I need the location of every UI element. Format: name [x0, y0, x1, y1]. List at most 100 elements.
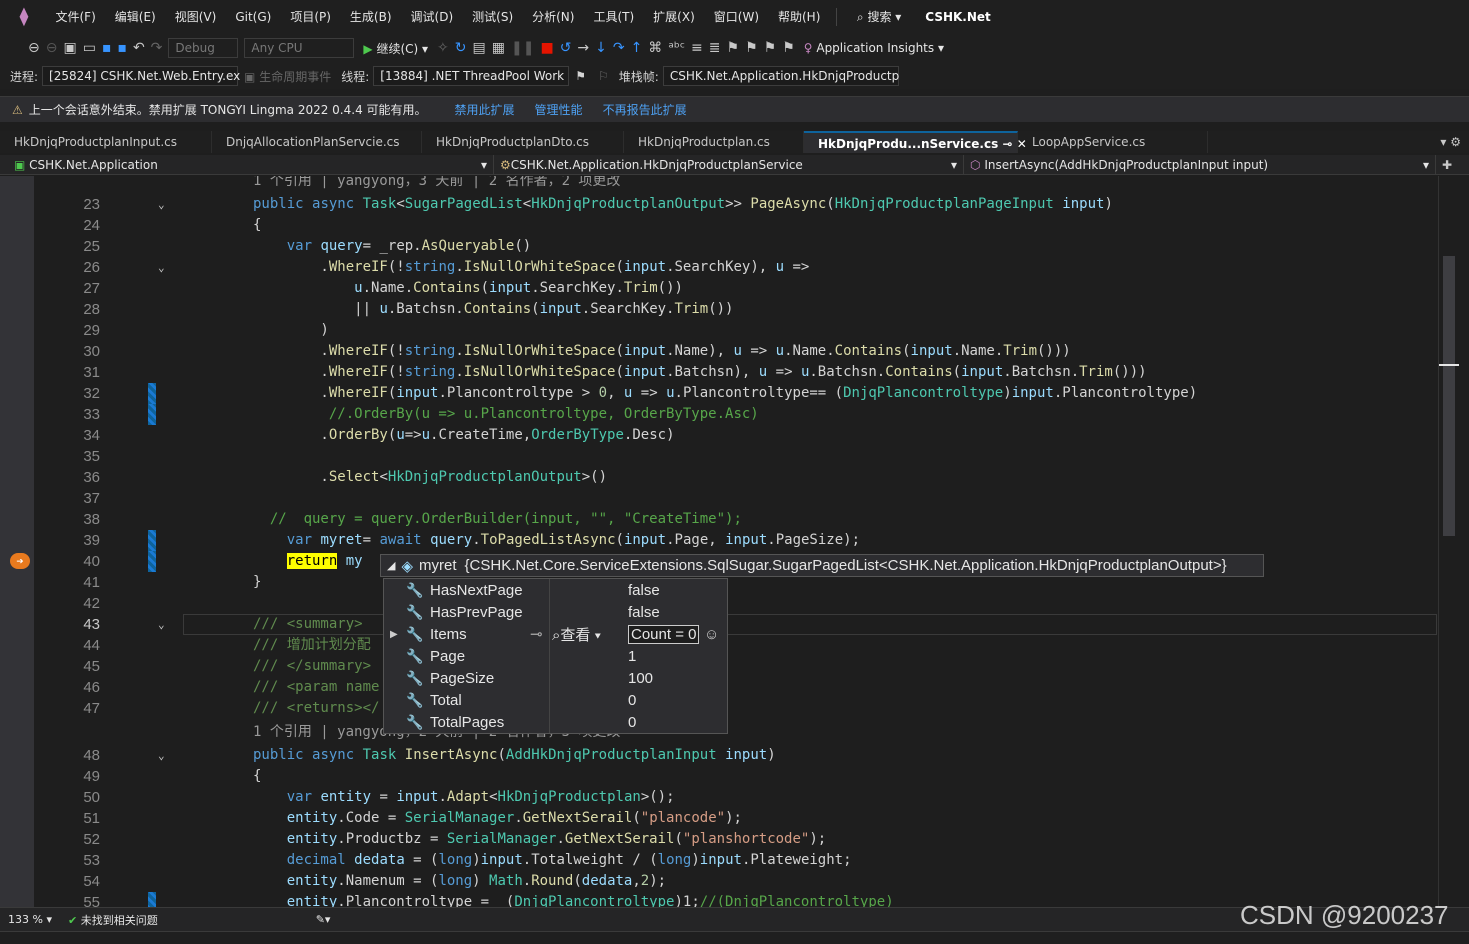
- comment-icon[interactable]: ≡: [691, 40, 703, 56]
- datatip-row[interactable]: 🔧 PageSize 100: [384, 667, 729, 689]
- issues-indicator[interactable]: ✔ 未找到相关问题: [68, 912, 158, 928]
- tab-loop[interactable]: LoopAppService.cs: [1018, 131, 1208, 153]
- fold-icon[interactable]: ⌄: [158, 194, 165, 215]
- fold-icon[interactable]: ⌄: [158, 745, 165, 766]
- menu-help[interactable]: 帮助(H): [769, 8, 830, 25]
- tab-input[interactable]: HkDnjqProductplanInput.cs: [0, 131, 212, 153]
- property-value[interactable]: 0: [628, 692, 636, 709]
- property-value[interactable]: false: [628, 582, 660, 599]
- open-file-icon[interactable]: ▭: [83, 40, 96, 56]
- stack-frame-select[interactable]: CSHK.Net.Application.HkDnjqProductp: [662, 66, 899, 86]
- flag-threads-icon[interactable]: ⚐: [598, 69, 609, 83]
- code-editor[interactable]: 1 个引用 | yangyong，3 天前 | 2 名作者，2 项更改 23 ⌄ p…: [0, 176, 1438, 907]
- manage-performance-link[interactable]: 管理性能: [535, 101, 583, 118]
- codelens-top[interactable]: 1 个引用 | yangyong，3 天前 | 2 名作者，2 项更改: [253, 176, 620, 189]
- new-project-icon[interactable]: ▣: [63, 40, 76, 56]
- menu-window[interactable]: 窗口(W): [704, 8, 768, 25]
- uncomment-icon[interactable]: ≣: [709, 40, 721, 56]
- datatip-value[interactable]: {CSHK.Net.Core.ServiceExtensions.SqlSuga…: [465, 557, 1227, 574]
- diagnostics-icon[interactable]: ▦: [492, 40, 505, 56]
- split-editor-icon[interactable]: ✚: [1442, 158, 1452, 172]
- search-button[interactable]: ⌕ 搜索 ▾: [843, 8, 915, 25]
- save-icon[interactable]: ▪: [102, 40, 112, 56]
- collapse-icon[interactable]: ◢: [387, 559, 395, 572]
- datatip-row[interactable]: 🔧 Total 0: [384, 689, 729, 711]
- lifecycle-events-button[interactable]: ▣ 生命周期事件: [244, 68, 331, 85]
- menu-edit[interactable]: 编辑(E): [105, 8, 165, 25]
- property-value[interactable]: false: [628, 604, 660, 621]
- menu-git[interactable]: Git(G): [226, 10, 281, 24]
- next-bookmark-icon[interactable]: ⚑: [764, 40, 777, 56]
- datatip-row[interactable]: ▶ 🔧 Items ⊸ ⌕查看 ▾ Count = 0 ☺: [384, 623, 729, 645]
- menu-analyze[interactable]: 分析(N): [523, 8, 584, 25]
- hex-display-icon[interactable]: ⌘: [648, 40, 662, 56]
- back-navigate-icon[interactable]: ⊖: [28, 40, 40, 56]
- tab-service-active[interactable]: HkDnjqProdu...nService.cs ⊸ ✕: [804, 131, 1027, 153]
- property-value[interactable]: 1: [628, 648, 636, 665]
- step-over-icon[interactable]: ↷: [613, 40, 625, 56]
- undo-icon[interactable]: ↶: [133, 40, 145, 56]
- property-value[interactable]: 0: [628, 714, 636, 731]
- step-out-icon[interactable]: ↑: [631, 40, 643, 56]
- scrollbar-thumb[interactable]: [1443, 256, 1455, 536]
- restart-debug-icon[interactable]: ↺: [560, 40, 572, 56]
- datatip-row[interactable]: 🔧 Page 1: [384, 645, 729, 667]
- flag-thread-icon[interactable]: ⚑: [575, 69, 586, 83]
- process-select[interactable]: [25824] CSHK.Net.Web.Entry.ex: [42, 66, 240, 86]
- fold-icon[interactable]: ⌄: [158, 614, 165, 635]
- member-select[interactable]: ⬡ InsertAsync(AddHkDnjqProductplanInput …: [964, 155, 1436, 174]
- visual-studio-logo-icon[interactable]: ⧫: [12, 6, 36, 27]
- project-select[interactable]: ▣ CSHK.Net.Application ▾: [8, 155, 494, 174]
- menu-build[interactable]: 生成(B): [340, 8, 401, 25]
- bookmark-icon[interactable]: ⚑: [727, 40, 740, 56]
- zoom-select[interactable]: 133 % ▾: [8, 913, 52, 926]
- view-button[interactable]: ⌕查看 ▾: [552, 624, 601, 645]
- menu-file[interactable]: 文件(F): [46, 8, 105, 25]
- browser-link-icon[interactable]: ▤: [473, 40, 486, 56]
- tab-entity[interactable]: HkDnjqProductplan.cs: [624, 131, 804, 153]
- pin-icon[interactable]: ⊸: [1002, 137, 1012, 151]
- datatip-header[interactable]: ◢ ◈ myret {CSHK.Net.Core.ServiceExtensio…: [380, 554, 1264, 577]
- class-select[interactable]: ⚙CSHK.Net.Application.HkDnjqProductplanS…: [494, 155, 964, 174]
- application-insights-button[interactable]: ♀ Application Insights ▾: [804, 41, 944, 55]
- continue-button[interactable]: ▶ 继续(C) ▾: [363, 40, 428, 57]
- brush-icon[interactable]: ✎▾: [316, 913, 331, 926]
- vertical-scrollbar[interactable]: [1438, 176, 1459, 907]
- tab-overflow-icon[interactable]: ▾ ⚙: [1440, 135, 1461, 149]
- copilot-icon[interactable]: ☺: [704, 626, 719, 643]
- menu-tools[interactable]: 工具(T): [584, 8, 644, 25]
- fold-icon[interactable]: ⌄: [158, 257, 165, 278]
- pause-icon[interactable]: ❚❚: [511, 40, 534, 56]
- prev-bookmark-icon[interactable]: ⚑: [745, 40, 758, 56]
- clear-bookmarks-icon[interactable]: ⚑: [782, 40, 795, 56]
- redo-icon[interactable]: ↷: [151, 40, 163, 56]
- configuration-select[interactable]: Debug: [168, 38, 239, 58]
- stop-icon[interactable]: ■: [540, 40, 553, 56]
- datatip-row[interactable]: 🔧 HasNextPage false: [384, 579, 729, 601]
- disable-extension-link[interactable]: 禁用此扩展: [455, 101, 515, 118]
- platform-select[interactable]: Any CPU: [244, 38, 355, 58]
- step-into-icon[interactable]: ↓: [595, 40, 607, 56]
- spell-check-icon[interactable]: ᵃᵇᶜ: [668, 40, 685, 56]
- show-next-statement-icon[interactable]: →: [577, 40, 589, 56]
- datatip-row[interactable]: 🔧 TotalPages 0: [384, 711, 729, 733]
- tab-allocation[interactable]: DnjqAllocationPlanServcie.cs: [212, 131, 422, 153]
- forward-navigate-icon[interactable]: ⊖: [46, 40, 58, 56]
- expand-icon[interactable]: ▶: [390, 629, 398, 640]
- property-value-editor[interactable]: Count = 0: [628, 624, 700, 644]
- do-not-report-link[interactable]: 不再报告此扩展: [603, 101, 687, 118]
- current-statement-arrow-icon[interactable]: ➔: [10, 553, 30, 569]
- property-value[interactable]: 100: [628, 670, 653, 687]
- restart-icon[interactable]: ↻: [455, 40, 467, 56]
- save-all-icon[interactable]: ▪: [117, 40, 127, 56]
- pin-icon[interactable]: ⊸: [530, 625, 543, 643]
- menu-project[interactable]: 项目(P): [281, 8, 341, 25]
- hot-reload-icon[interactable]: ✧: [437, 40, 449, 56]
- menu-extensions[interactable]: 扩展(X): [644, 8, 705, 25]
- tab-dto[interactable]: HkDnjqProductplanDto.cs: [422, 131, 624, 153]
- menu-view[interactable]: 视图(V): [165, 8, 226, 25]
- menu-debug[interactable]: 调试(D): [401, 8, 463, 25]
- thread-select[interactable]: [13884] .NET ThreadPool Work: [373, 66, 570, 86]
- datatip-row[interactable]: 🔧 HasPrevPage false: [384, 601, 729, 623]
- menu-test[interactable]: 测试(S): [463, 8, 523, 25]
